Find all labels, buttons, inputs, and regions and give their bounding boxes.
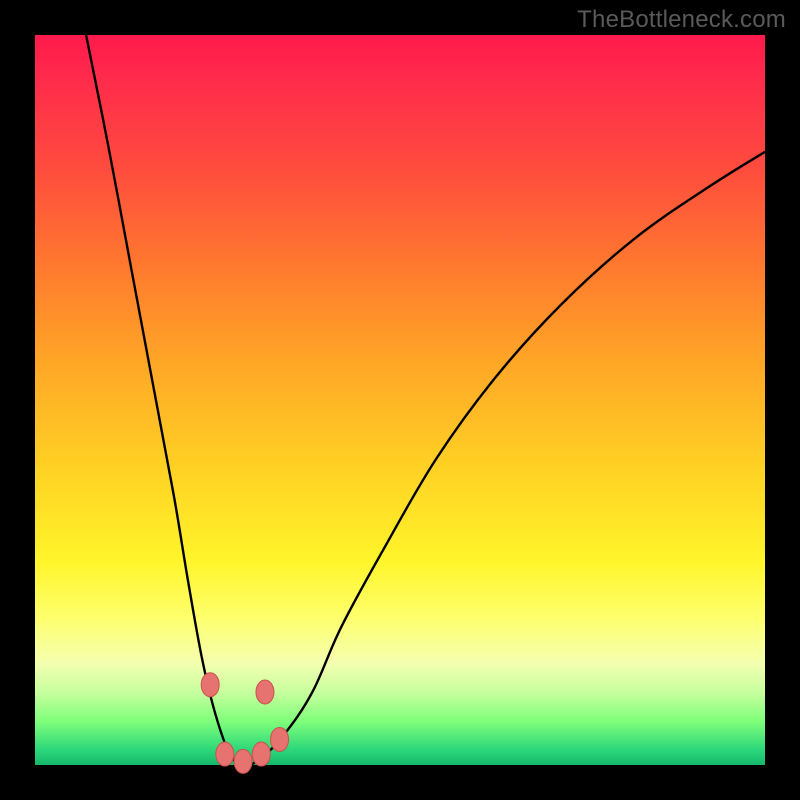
solution-marker	[252, 742, 270, 766]
solution-marker	[256, 680, 274, 704]
chart-svg	[35, 35, 765, 765]
bottleneck-curve	[86, 35, 765, 765]
watermark-text: TheBottleneck.com	[577, 6, 786, 34]
chart-frame: TheBottleneck.com	[0, 0, 800, 800]
solution-marker	[271, 727, 289, 751]
solution-marker	[216, 742, 234, 766]
chart-plot-area	[35, 35, 765, 765]
solution-marker	[201, 673, 219, 697]
solution-marker	[234, 749, 252, 773]
solution-marker-layer	[201, 673, 288, 774]
